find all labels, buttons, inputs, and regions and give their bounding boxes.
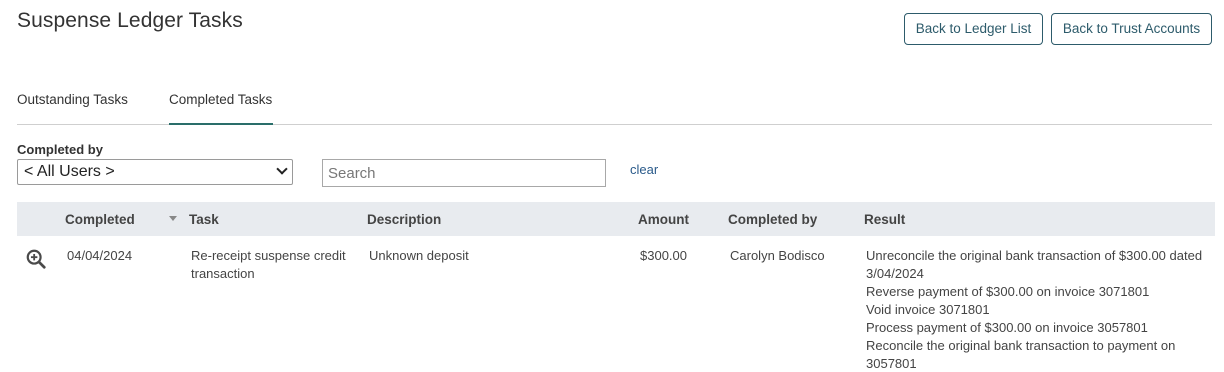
tab-completed-tasks[interactable]: Completed Tasks [169,92,273,125]
cell-description: Unknown deposit [369,248,469,263]
zoom-in-icon[interactable] [25,248,47,270]
search-input[interactable] [322,159,606,187]
back-to-ledger-list-button[interactable]: Back to Ledger List [904,13,1043,45]
cell-amount: $300.00 [640,248,687,263]
table-row: 04/04/2024 Re-receipt suspense credit tr… [17,236,1215,372]
tab-outstanding-tasks[interactable]: Outstanding Tasks [17,92,128,125]
page-title: Suspense Ledger Tasks [17,9,243,32]
result-line: Reverse payment of $300.00 on invoice 30… [866,284,1150,299]
chevron-down-icon [276,163,288,175]
cell-result: Unreconcile the original bank transactio… [866,247,1206,372]
column-header-result[interactable]: Result [864,212,905,227]
cell-completed-by: Carolyn Bodisco [730,248,825,263]
sort-descending-icon[interactable] [169,216,177,221]
column-header-completed-by[interactable]: Completed by [728,212,817,227]
completed-by-label: Completed by [17,142,103,157]
task-tabs: Outstanding Tasks Completed Tasks [17,86,1212,125]
cell-completed-date: 04/04/2024 [67,248,133,263]
completed-by-select-value: < All Users > [24,163,115,180]
table-header: Completed Task Description Amount Comple… [17,202,1215,236]
result-line: Reconcile the original bank transaction … [866,338,1176,371]
cell-task: Re-receipt suspense credit transaction [191,248,346,281]
result-line: Unreconcile the original bank transactio… [866,248,1203,281]
back-to-trust-accounts-button[interactable]: Back to Trust Accounts [1051,13,1212,45]
column-header-description[interactable]: Description [367,212,441,227]
column-header-completed[interactable]: Completed [65,212,135,227]
clear-filters-link[interactable]: clear [630,162,658,177]
column-header-task[interactable]: Task [189,212,219,227]
column-header-amount[interactable]: Amount [638,212,689,227]
result-line: Process payment of $300.00 on invoice 30… [866,320,1148,335]
result-line: Void invoice 3071801 [866,302,990,317]
completed-by-select[interactable]: < All Users > [17,159,293,185]
